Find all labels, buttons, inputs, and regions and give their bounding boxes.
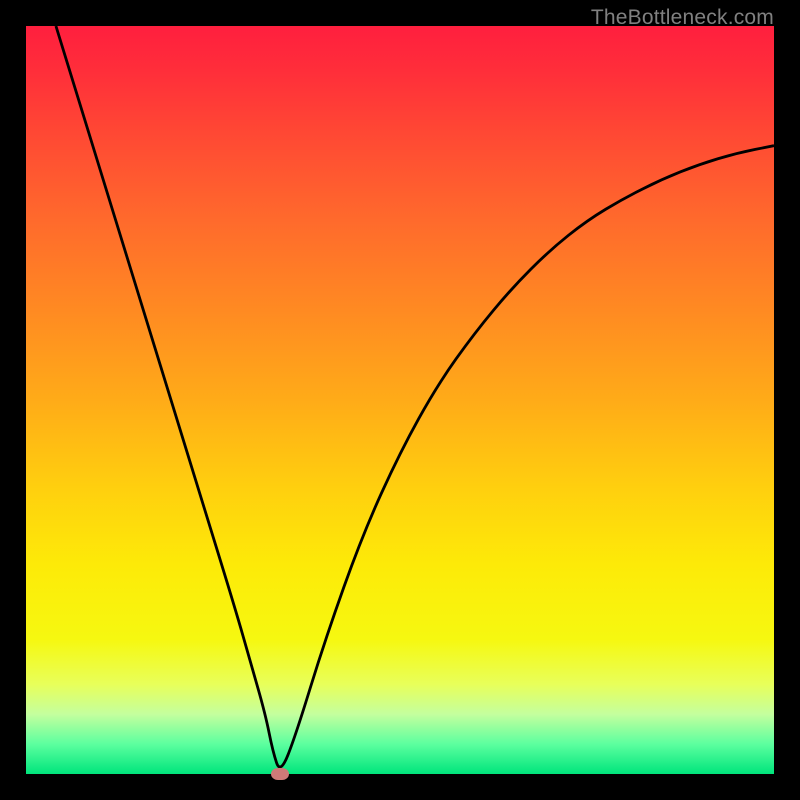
watermark-text: TheBottleneck.com: [591, 6, 774, 30]
plot-area: [26, 26, 774, 774]
bottleneck-marker: [271, 768, 289, 780]
